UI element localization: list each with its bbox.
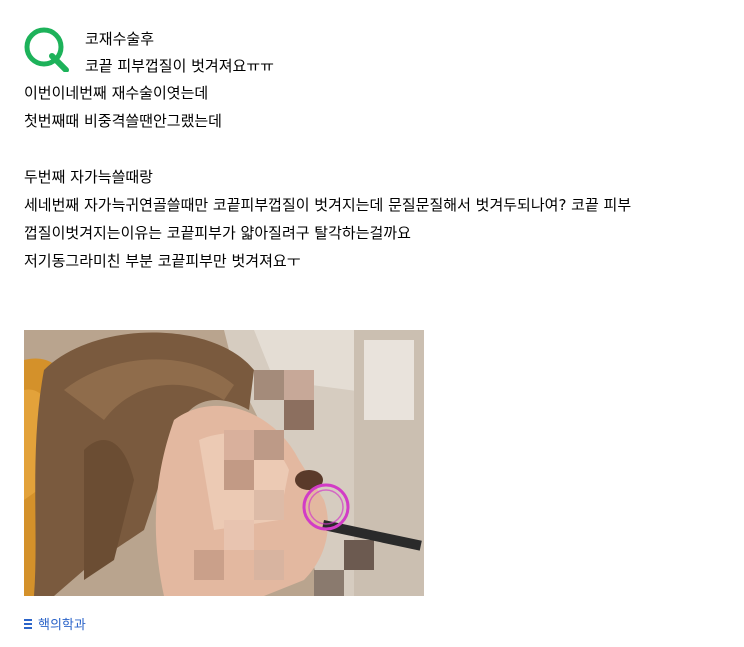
body-line: 껍질이벗겨지는이유는 코끝피부가 얇아질려구 탈각하는걸까요 xyxy=(24,224,411,242)
attached-photo[interactable] xyxy=(24,330,424,596)
category-label: 핵의학과 xyxy=(38,618,86,633)
question-body: 이번이네번째 재수술이엿는데 첫번째때 비중격쓸땐안그랬는데 두번째 자가늑쓸때… xyxy=(24,79,729,275)
question-subtitle: 코끝 피부껍질이 벗겨져요ㅠㅠ xyxy=(85,57,274,75)
list-icon xyxy=(24,618,32,629)
body-line: 첫번째때 비중격쓸땐안그랬는데 xyxy=(24,112,222,130)
body-line: 저기동그라미친 부분 코끝피부만 벗겨져요ㅜ xyxy=(24,252,301,270)
body-line: 두번째 자가늑쓸때랑 xyxy=(24,168,153,186)
photo-illustration xyxy=(24,330,424,596)
question-header: 코재수술후 코끝 피부껍질이 벗겨져요ㅠㅠ xyxy=(85,26,274,80)
question-title: 코재수술후 xyxy=(85,30,155,48)
body-line: 세네번째 자가늑귀연골쓸때만 코끝피부껍질이 벗겨지는데 문질문질해서 벗겨두되… xyxy=(24,196,632,214)
body-line: 이번이네번째 재수술이엿는데 xyxy=(24,84,209,102)
category-link[interactable]: 핵의학과 xyxy=(24,614,86,633)
q-icon xyxy=(24,27,69,72)
body-line-blank xyxy=(24,135,729,163)
